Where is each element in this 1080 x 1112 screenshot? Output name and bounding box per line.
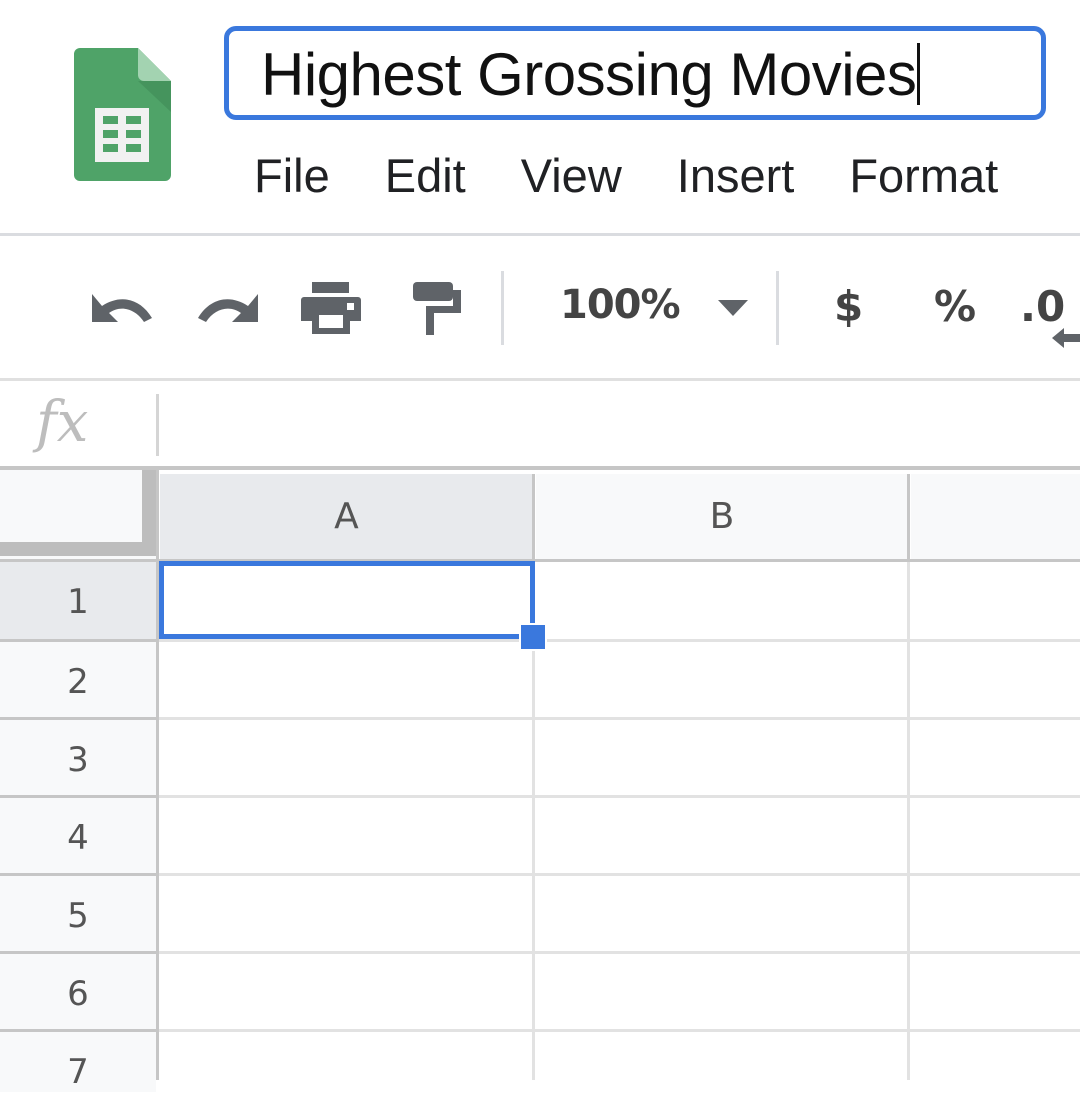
print-icon[interactable] <box>300 280 362 341</box>
row-header-border <box>0 639 157 642</box>
caret-down-icon[interactable] <box>718 300 748 323</box>
formula-bar-separator <box>156 394 159 456</box>
cell-b4[interactable] <box>535 798 907 873</box>
toolbar-separator <box>501 271 504 345</box>
row-header-border <box>0 795 157 798</box>
currency-format-button[interactable]: $ <box>834 282 863 332</box>
fill-handle[interactable] <box>519 623 547 651</box>
toolbar-divider <box>0 378 1080 381</box>
frozen-row-handle[interactable] <box>0 542 156 556</box>
toolbar-separator <box>776 271 779 345</box>
menu-insert[interactable]: Insert <box>677 146 795 206</box>
arrow-left-icon <box>1052 328 1080 353</box>
cell-a7[interactable] <box>159 1032 532 1080</box>
column-header-a[interactable]: A <box>160 474 533 560</box>
cell-a3[interactable] <box>159 720 532 795</box>
cell-a5[interactable] <box>159 876 532 951</box>
formula-bar-divider <box>0 466 1080 470</box>
row-header-border <box>0 873 157 876</box>
text-cursor <box>917 43 921 105</box>
row-header-7[interactable]: 7 <box>0 1032 156 1092</box>
percent-format-button[interactable]: % <box>934 282 976 332</box>
menu-view[interactable]: View <box>521 146 622 206</box>
sheets-logo-icon[interactable] <box>74 48 171 181</box>
row-header-6[interactable]: 6 <box>0 954 156 1029</box>
column-header-c[interactable] <box>911 474 1080 560</box>
cell-b1[interactable] <box>535 562 907 639</box>
cell-b7[interactable] <box>535 1032 907 1080</box>
column-gridline <box>907 562 910 1080</box>
cell-b2[interactable] <box>535 642 907 717</box>
undo-icon[interactable] <box>90 288 154 333</box>
cell-a1[interactable] <box>159 562 532 639</box>
formula-input[interactable] <box>170 386 1074 464</box>
menu-format[interactable]: Format <box>849 146 998 206</box>
row-header-5[interactable]: 5 <box>0 876 156 951</box>
document-title-text: Highest Grossing Movies <box>261 39 921 111</box>
cell-b5[interactable] <box>535 876 907 951</box>
column-header-border <box>907 474 910 562</box>
document-title-value: Highest Grossing Movies <box>261 41 917 108</box>
cell-a6[interactable] <box>159 954 532 1029</box>
cell-b6[interactable] <box>535 954 907 1029</box>
redo-icon[interactable] <box>196 288 260 333</box>
row-header-4[interactable]: 4 <box>0 798 156 873</box>
column-header-b[interactable]: B <box>536 474 908 560</box>
cell-b3[interactable] <box>535 720 907 795</box>
row-header-border <box>0 717 157 720</box>
cell-a4[interactable] <box>159 798 532 873</box>
column-header-border <box>532 474 535 562</box>
function-icon: fx <box>36 390 89 455</box>
row-header-border <box>0 1029 157 1032</box>
document-title-input[interactable]: Highest Grossing Movies <box>224 26 1046 120</box>
row-header-border <box>0 951 157 954</box>
header-divider <box>0 233 1080 236</box>
decrease-decimal-button[interactable]: .0 <box>1020 282 1065 332</box>
menu-edit[interactable]: Edit <box>385 146 466 206</box>
row-header-3[interactable]: 3 <box>0 720 156 795</box>
row-header-2[interactable]: 2 <box>0 642 156 717</box>
menu-bar: File Edit View Insert Format <box>254 146 1053 206</box>
row-header-1[interactable]: 1 <box>0 562 156 639</box>
paint-format-icon[interactable] <box>412 280 464 341</box>
cell-a2[interactable] <box>159 642 532 717</box>
zoom-select[interactable]: 100% <box>560 280 681 330</box>
menu-file[interactable]: File <box>254 146 330 206</box>
